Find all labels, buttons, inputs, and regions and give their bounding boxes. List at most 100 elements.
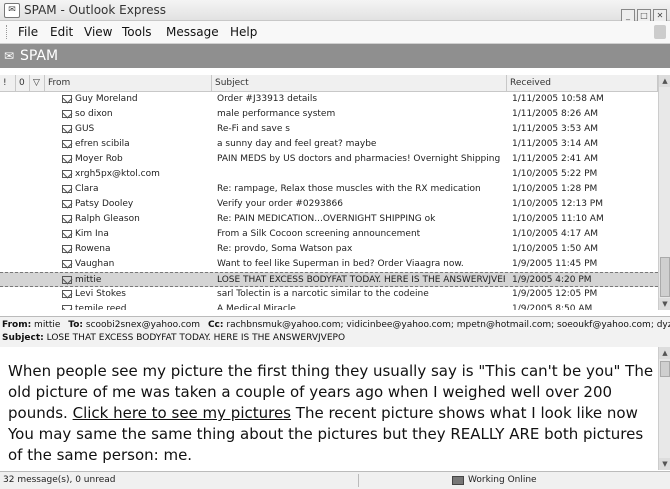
menu-file[interactable]: File	[18, 25, 38, 39]
envelope-icon	[62, 125, 72, 133]
column-attachment[interactable]: 0	[16, 75, 30, 91]
windows-logo-icon	[654, 25, 666, 39]
outlook-express-icon: ✉	[4, 3, 20, 18]
message-row[interactable]: GUS Re-Fi and save s 1/11/2005 3:53 AM	[0, 122, 658, 137]
message-from: temile reed	[75, 304, 127, 310]
message-row[interactable]: Guy Moreland Order #J33913 details 1/11/20…	[0, 92, 658, 107]
message-row[interactable]: efren scibila a sunny day and feel great…	[0, 137, 658, 152]
cc-label: Cc:	[207, 320, 224, 330]
connection-status: Working Online	[468, 475, 537, 485]
preview-addresses: From: mittie To: scoobi2snex@yahoo.com C…	[2, 320, 670, 330]
message-received: 1/11/2005 8:26 AM	[512, 109, 599, 119]
menu-edit[interactable]: Edit	[50, 25, 73, 39]
message-count: 32 message(s), 0 unread	[3, 475, 116, 485]
envelope-icon	[62, 200, 72, 208]
message-row[interactable]: Rowena Re: provdo, Soma Watson pax 1/10/20…	[0, 242, 658, 257]
message-subject: sarl Tolectin is a narcotic similar to t…	[217, 289, 429, 299]
message-received: 1/10/2005 4:17 AM	[512, 229, 599, 239]
message-row[interactable]: temile reed A Medical Miracle 1/9/2005 8:5…	[0, 302, 658, 310]
subject-label: Subject:	[2, 333, 44, 343]
message-subject: Re-Fi and save s	[217, 124, 290, 134]
message-subject: a sunny day and feel great? maybe	[217, 139, 377, 149]
column-received[interactable]: Received	[507, 75, 658, 91]
scroll-down-icon[interactable]: ▼	[659, 298, 670, 310]
message-row[interactable]: so dixon male performance system 1/11/2005…	[0, 107, 658, 122]
message-from: efren scibila	[75, 139, 130, 149]
message-row[interactable]: Patsy Dooley Verify your order #0293866 1/…	[0, 197, 658, 212]
message-received: 1/10/2005 1:28 PM	[512, 184, 598, 194]
message-from: Guy Moreland	[75, 94, 138, 104]
to-label: To:	[68, 320, 84, 330]
pictures-link[interactable]: Click here to see my pictures	[73, 404, 291, 422]
menu-bar: File Edit View Tools Message Help	[0, 21, 670, 44]
message-row[interactable]: Clara Re: rampage, Relax those muscles wi…	[0, 182, 658, 197]
envelope-icon	[62, 155, 72, 163]
scroll-thumb[interactable]	[660, 257, 670, 297]
preview-header: From: mittie To: scoobi2snex@yahoo.com C…	[0, 316, 670, 348]
status-bar: 32 message(s), 0 unread Working Online	[0, 471, 670, 489]
message-row[interactable]: Ralph Gleason Re: PAIN MEDICATION...OVERN…	[0, 212, 658, 227]
folder-icon: ✉	[4, 49, 15, 63]
message-subject: Re: rampage, Relax those muscles with th…	[217, 184, 481, 194]
message-subject: Verify your order #0293866	[217, 199, 343, 209]
toolbar-grip[interactable]	[6, 25, 9, 39]
message-subject: male performance system	[217, 109, 336, 119]
message-received: 1/11/2005 3:53 AM	[512, 124, 599, 134]
menu-tools[interactable]: Tools	[122, 25, 152, 39]
message-from: Rowena	[75, 244, 111, 254]
message-subject: LOSE THAT EXCESS BODYFAT TODAY. HERE IS …	[217, 275, 505, 285]
message-received: 1/9/2005 11:45 PM	[512, 259, 598, 269]
menu-message[interactable]: Message	[166, 25, 219, 39]
scroll-up-icon[interactable]: ▲	[659, 347, 670, 359]
message-row[interactable]: Vaughan Want to feel like Superman in bed…	[0, 257, 658, 272]
envelope-icon	[62, 230, 72, 238]
title-bar: ✉ SPAM - Outlook Express _ □ ✕	[0, 0, 670, 23]
cc-value: rachbnsmuk@yahoo.com; vidicinbee@yahoo.c…	[226, 320, 670, 330]
column-from[interactable]: From	[45, 75, 212, 91]
from-label: From:	[2, 320, 32, 330]
envelope-icon	[62, 95, 72, 103]
message-from: Vaughan	[75, 259, 115, 269]
envelope-icon	[62, 185, 72, 193]
message-list-scrollbar[interactable]: ▲ ▼	[658, 75, 670, 310]
envelope-icon	[62, 170, 72, 178]
message-received: 1/11/2005 3:14 AM	[512, 139, 599, 149]
from-value: mittie	[34, 320, 61, 330]
message-subject: Re: PAIN MEDICATION...OVERNIGHT SHIPPING…	[217, 214, 436, 224]
envelope-icon	[62, 276, 72, 284]
scroll-down-icon[interactable]: ▼	[659, 458, 670, 470]
message-row[interactable]: Levi Stokes sarl Tolectin is a narcotic s…	[0, 287, 658, 302]
message-received: 1/10/2005 11:10 AM	[512, 214, 604, 224]
message-received: 1/11/2005 2:41 AM	[512, 154, 599, 164]
envelope-icon	[62, 140, 72, 148]
menu-view[interactable]: View	[84, 25, 112, 39]
scroll-up-icon[interactable]: ▲	[659, 75, 670, 87]
message-subject: Want to feel like Superman in bed? Order…	[217, 259, 464, 269]
message-row-selected[interactable]: mittie LOSE THAT EXCESS BODYFAT TODAY. HE…	[0, 272, 658, 287]
to-value: scoobi2snex@yahoo.com	[85, 320, 201, 330]
scroll-thumb[interactable]	[660, 361, 670, 377]
message-received: 1/10/2005 5:22 PM	[512, 169, 598, 179]
message-subject: Re: provdo, Soma Watson pax	[217, 244, 353, 254]
folder-name[interactable]: SPAM	[20, 48, 58, 64]
column-flag[interactable]: ▽	[30, 75, 45, 91]
message-received: 1/10/2005 12:13 PM	[512, 199, 603, 209]
message-row[interactable]: Kim Ina From a Silk Cocoon screening anno…	[0, 227, 658, 242]
message-body-text: When people see my picture the first thi…	[8, 361, 656, 466]
window-title: SPAM - Outlook Express	[24, 3, 167, 17]
menu-help[interactable]: Help	[230, 25, 257, 39]
column-priority[interactable]: !	[0, 75, 16, 91]
message-list-header: ! 0 ▽ From Subject Received	[0, 75, 658, 92]
message-row[interactable]: xrgh5px@ktol.com 1/10/2005 5:22 PM	[0, 167, 658, 182]
message-body-scrollbar[interactable]: ▲ ▼	[658, 347, 670, 470]
message-from: Clara	[75, 184, 99, 194]
window-controls: _ □ ✕	[619, 3, 667, 23]
column-subject[interactable]: Subject	[212, 75, 507, 91]
message-received: 1/9/2005 4:20 PM	[512, 275, 592, 285]
message-body[interactable]: When people see my picture the first thi…	[0, 347, 658, 470]
message-row[interactable]: Moyer Rob PAIN MEDS by US doctors and pha…	[0, 152, 658, 167]
message-from: Moyer Rob	[75, 154, 123, 164]
preview-subject-line: Subject: LOSE THAT EXCESS BODYFAT TODAY.…	[2, 333, 345, 343]
message-from: so dixon	[75, 109, 113, 119]
envelope-icon	[62, 245, 72, 253]
